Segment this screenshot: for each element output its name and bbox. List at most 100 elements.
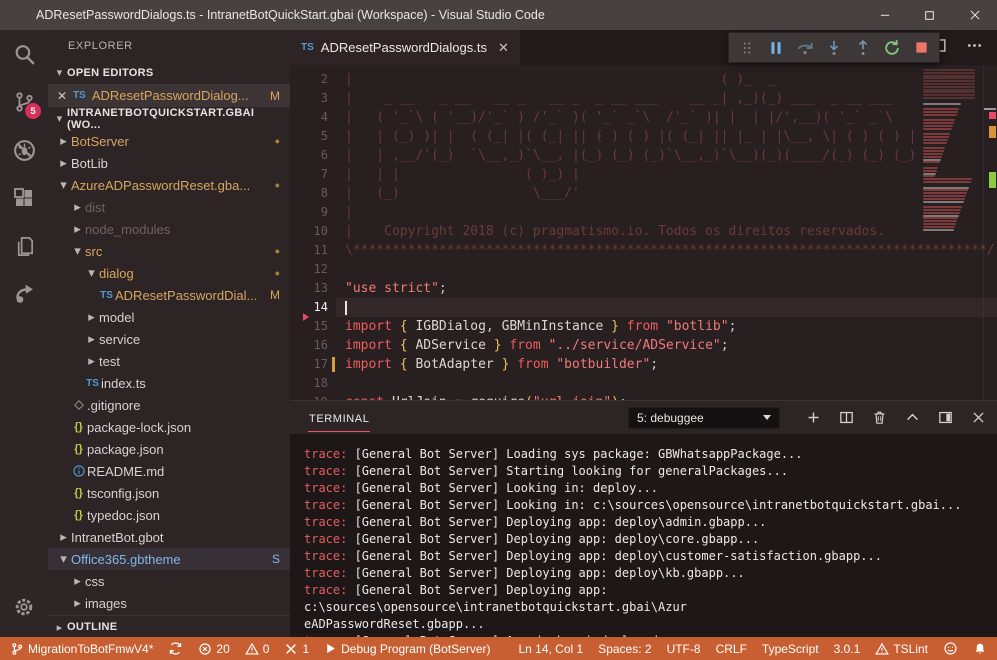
kill-terminal-button[interactable] — [870, 409, 888, 427]
code-editor[interactable]: 2| ( )_ _3| _ __ _ __ __ _ __ _ _ __ ___… — [290, 65, 997, 400]
close-window-button[interactable] — [952, 0, 997, 30]
line-number[interactable]: 17 — [290, 355, 336, 374]
tree-item-typedoc-json[interactable]: {}typedoc.json — [48, 504, 290, 526]
tree-item-package-json[interactable]: {}package.json — [48, 438, 290, 460]
line-number[interactable]: 6 — [290, 146, 336, 165]
status-eol[interactable]: CRLF — [716, 642, 747, 656]
tree-item-botserver[interactable]: ▸BotServer● — [48, 130, 290, 152]
tree-item-node-modules[interactable]: ▸node_modules — [48, 218, 290, 240]
line-number[interactable]: 8 — [290, 184, 336, 203]
line-number[interactable]: 13 — [290, 279, 336, 298]
outline-header[interactable]: ▸ OUTLINE — [48, 615, 290, 637]
status-cursor-position[interactable]: Ln 14, Col 1 — [518, 642, 583, 656]
maximize-button[interactable] — [907, 0, 952, 30]
pause-button[interactable] — [762, 34, 790, 62]
tab-close-icon[interactable]: ✕ — [498, 40, 509, 56]
tree-item-readme-md[interactable]: README.md — [48, 460, 290, 482]
new-terminal-button[interactable] — [804, 409, 822, 427]
line-number[interactable]: 10 — [290, 222, 336, 241]
line-number[interactable]: 11 — [290, 241, 336, 260]
tree-item-images[interactable]: ▸images — [48, 592, 290, 614]
line-content: | ( )_ _ — [336, 70, 997, 89]
minimap-line — [923, 175, 935, 177]
line-number[interactable]: 18 — [290, 374, 336, 393]
tab-adresetpassworddialogs[interactable]: TS ADResetPasswordDialogs.ts ✕ — [290, 30, 520, 65]
status-notifications[interactable] — [973, 642, 987, 656]
line-number[interactable]: 5 — [290, 127, 336, 146]
activity-source-control[interactable]: 5 — [0, 78, 48, 126]
tree-item-azureadpasswordreset-gba[interactable]: ▾AzureADPasswordReset.gba...● — [48, 174, 290, 196]
activity-search[interactable] — [0, 30, 48, 78]
terminal-select[interactable]: 5: debuggee — [628, 407, 780, 429]
minimap[interactable] — [919, 65, 983, 400]
line-number[interactable]: 14 — [290, 298, 336, 317]
scm-changes-badge: 5 — [25, 103, 41, 119]
tree-item-adresetpassworddial[interactable]: TSADResetPasswordDial...M — [48, 284, 290, 306]
split-terminal-button[interactable] — [837, 409, 855, 427]
tree-item-gitignore[interactable]: .gitignore — [48, 394, 290, 416]
line-number[interactable]: 7 — [290, 165, 336, 184]
tree-item-service[interactable]: ▸service — [48, 328, 290, 350]
line-number[interactable]: 9 — [290, 203, 336, 222]
activity-extensions[interactable] — [0, 174, 48, 222]
toggle-panel-button[interactable] — [936, 409, 954, 427]
status-sync[interactable] — [168, 641, 183, 656]
debug-gripper[interactable] — [733, 34, 761, 62]
restart-button[interactable] — [878, 34, 906, 62]
step-into-button[interactable] — [820, 34, 848, 62]
line-number[interactable]: 2 — [290, 70, 336, 89]
maximize-panel-button[interactable] — [903, 409, 921, 427]
tree-item-office365-gbtheme[interactable]: ▾Office365.gbthemeS — [48, 548, 290, 570]
open-editor-item[interactable]: ✕TSADResetPasswordDialog...M — [48, 84, 290, 107]
tree-item-css[interactable]: ▸css — [48, 570, 290, 592]
tree-item-test[interactable]: ▸test — [48, 350, 290, 372]
close-panel-button[interactable] — [969, 409, 987, 427]
activity-documents[interactable] — [0, 222, 48, 270]
line-number[interactable]: 16 — [290, 336, 336, 355]
status-errors[interactable]: 20 — [198, 642, 229, 656]
tree-item-intranetbot-gbot[interactable]: ▸IntranetBot.gbot — [48, 526, 290, 548]
stop-button[interactable] — [907, 34, 935, 62]
tree-item-package-lock-json[interactable]: {}package-lock.json — [48, 416, 290, 438]
tree-item-dist[interactable]: ▸dist — [48, 196, 290, 218]
status-language[interactable]: TypeScript — [762, 642, 819, 656]
terminal-output[interactable]: trace: [General Bot Server] Loading sys … — [290, 434, 997, 637]
activity-settings[interactable] — [0, 583, 48, 631]
tree-item-label: IntranetBot.gbot — [71, 530, 164, 545]
workspace-header[interactable]: ▾ INTRANETBOTQUICKSTART.GBAI (WO... — [48, 107, 290, 130]
line-number[interactable]: 3 — [290, 89, 336, 108]
terminal-line: trace: [General Bot Server] Loading sys … — [304, 446, 991, 463]
terminal-tab[interactable]: TERMINAL — [308, 405, 370, 432]
line-number[interactable]: 15 — [290, 317, 336, 336]
status-feedback[interactable] — [943, 641, 958, 656]
status-indentation[interactable]: Spaces: 2 — [598, 642, 651, 656]
debug-arrow-marker[interactable] — [303, 313, 309, 321]
tree-item-label: dialog — [99, 266, 134, 281]
status-tslint[interactable]: TSLint — [875, 642, 928, 656]
tree-item-index-ts[interactable]: TSindex.ts — [48, 372, 290, 394]
more-actions-button[interactable] — [965, 36, 984, 60]
tree-item-botlib[interactable]: ▸BotLib — [48, 152, 290, 174]
tree-item-tsconfig-json[interactable]: {}tsconfig.json — [48, 482, 290, 504]
line-number[interactable]: 12 — [290, 260, 336, 279]
activity-share[interactable] — [0, 270, 48, 318]
status-tasks[interactable]: 1 — [284, 642, 309, 656]
status-ts-version[interactable]: 3.0.1 — [834, 642, 861, 656]
open-editors-header[interactable]: ▾ OPEN EDITORS — [48, 61, 290, 84]
code-line-19: 19const UrlJoin = require("url-join"); — [290, 393, 997, 400]
status-debug-target[interactable]: Debug Program (BotServer) — [324, 642, 490, 656]
tree-item-dialog[interactable]: ▾dialog● — [48, 262, 290, 284]
tree-item-model[interactable]: ▸model — [48, 306, 290, 328]
step-over-button[interactable] — [791, 34, 819, 62]
tree-item-label: src — [85, 244, 102, 259]
close-editor-icon[interactable]: ✕ — [57, 89, 67, 103]
step-out-button[interactable] — [849, 34, 877, 62]
status-branch[interactable]: MigrationToBotFmwV4* — [10, 642, 153, 656]
line-number[interactable]: 19 — [290, 393, 336, 400]
tree-item-src[interactable]: ▾src● — [48, 240, 290, 262]
minimize-button[interactable] — [862, 0, 907, 30]
activity-debug[interactable] — [0, 126, 48, 174]
status-warnings[interactable]: 0 — [245, 642, 270, 656]
line-number[interactable]: 4 — [290, 108, 336, 127]
status-encoding[interactable]: UTF-8 — [667, 642, 701, 656]
